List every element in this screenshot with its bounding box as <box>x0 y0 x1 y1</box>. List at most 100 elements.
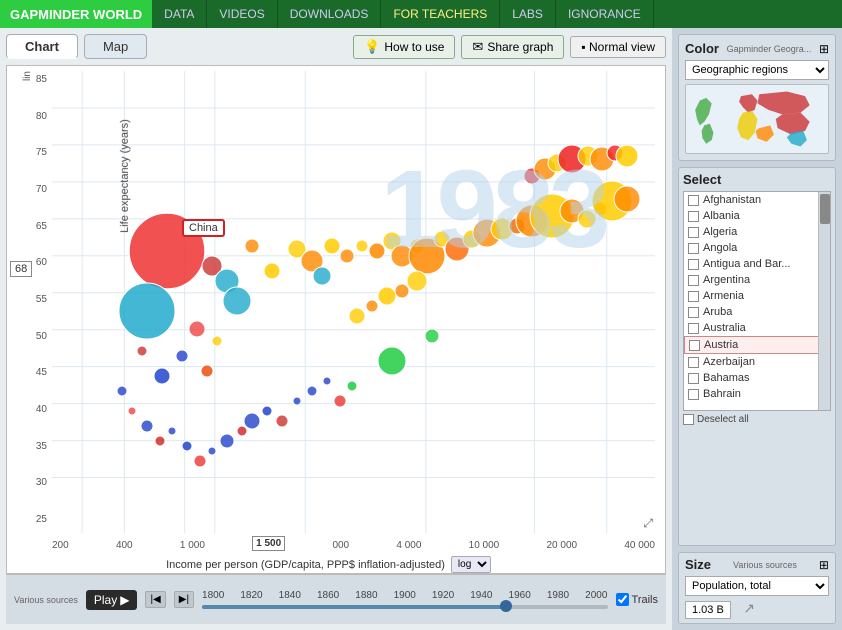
nav-downloads[interactable]: DOWNLOADS <box>278 0 382 28</box>
y-label-30: 30 <box>9 477 50 488</box>
check-bahamas[interactable] <box>688 373 699 384</box>
y-label-85: 85 <box>9 74 50 85</box>
country-bahrain[interactable]: Bahrain <box>684 386 830 402</box>
country-armenia[interactable]: Armenia <box>684 288 830 304</box>
step-back-button[interactable]: |◀ <box>145 591 165 608</box>
normal-view-button[interactable]: ▪ Normal view <box>570 36 666 58</box>
check-afghanistan[interactable] <box>688 195 699 206</box>
country-name-algeria: Algeria <box>703 226 737 238</box>
size-source: Various sources <box>733 560 797 570</box>
country-name-bahamas: Bahamas <box>703 372 749 384</box>
timeline-track: 1800 1820 1840 1860 1880 1900 1920 1940 … <box>202 590 607 609</box>
deselect-all-button[interactable]: Deselect all <box>683 414 831 425</box>
check-angola[interactable] <box>688 243 699 254</box>
scatter-plot[interactable]: China <box>52 71 655 533</box>
check-albania[interactable] <box>688 211 699 222</box>
color-source: Gapminder Geogra... <box>727 44 812 54</box>
timeline-sources: Various sources <box>14 595 78 605</box>
country-argentina[interactable]: Argentina <box>684 272 830 288</box>
timeline-handle[interactable] <box>500 600 512 612</box>
check-algeria[interactable] <box>688 227 699 238</box>
country-azerbaijan[interactable]: Azerbaijan <box>684 354 830 370</box>
chart-grid <box>52 71 655 533</box>
check-bahrain[interactable] <box>688 389 699 400</box>
year-1980: 1980 <box>547 590 569 601</box>
y-label-70: 70 <box>9 184 50 195</box>
select-section: Select Afghanistan Albania Algeria Angol… <box>678 167 836 546</box>
trails-checkbox[interactable] <box>616 593 629 606</box>
y-label-65: 65 <box>9 221 50 232</box>
check-austria[interactable] <box>689 340 700 351</box>
top-navigation: GAPMINDER WORLD DATA VIDEOS DOWNLOADS FO… <box>0 0 842 28</box>
y-label-50: 50 <box>9 331 50 342</box>
how-to-use-button[interactable]: 💡 How to use <box>353 35 455 59</box>
color-dropdown[interactable]: Geographic regions <box>685 60 829 80</box>
play-label: Play <box>94 593 117 607</box>
size-grid-icon: ⊞ <box>819 558 829 572</box>
brand-logo[interactable]: GAPMINDER WORLD <box>0 0 152 28</box>
country-albania[interactable]: Albania <box>684 208 830 224</box>
year-1960: 1960 <box>509 590 531 601</box>
country-list-scrollbar[interactable] <box>818 192 830 410</box>
color-title: Color <box>685 41 719 56</box>
country-afghanistan[interactable]: Afghanistan <box>684 192 830 208</box>
bulb-icon: 💡 <box>364 39 380 55</box>
nav-videos[interactable]: VIDEOS <box>207 0 277 28</box>
timeline-bar[interactable] <box>202 605 607 609</box>
x-label-40000: 40 000 <box>624 540 655 551</box>
nav-items: DATA VIDEOS DOWNLOADS FOR TEACHERS LABS … <box>152 0 653 28</box>
year-1940: 1940 <box>470 590 492 601</box>
y-label-40: 40 <box>9 404 50 415</box>
x-scale-selector[interactable]: log lin <box>451 556 491 573</box>
country-australia[interactable]: Australia <box>684 320 830 336</box>
nav-data[interactable]: DATA <box>152 0 207 28</box>
check-australia[interactable] <box>688 323 699 334</box>
check-argentina[interactable] <box>688 275 699 286</box>
country-antigua[interactable]: Antigua and Bar... <box>684 256 830 272</box>
y-label-55: 55 <box>9 294 50 305</box>
play-icon: ▶ <box>120 593 129 607</box>
country-aruba[interactable]: Aruba <box>684 304 830 320</box>
step-forward-button[interactable]: ▶| <box>174 591 194 608</box>
nav-labs[interactable]: LABS <box>500 0 556 28</box>
check-armenia[interactable] <box>688 291 699 302</box>
chart-tab[interactable]: Chart <box>6 34 78 59</box>
year-1840: 1840 <box>279 590 301 601</box>
country-list[interactable]: Afghanistan Albania Algeria Angola Antig… <box>683 191 831 411</box>
china-bubble-label: China <box>182 219 225 237</box>
x-axis-title: Income per person (GDP/capita, PPP$ infl… <box>166 559 445 571</box>
map-tab[interactable]: Map <box>84 34 147 59</box>
trails-label: Trails <box>632 594 658 606</box>
country-algeria[interactable]: Algeria <box>684 224 830 240</box>
select-title: Select <box>683 172 831 187</box>
country-name-argentina: Argentina <box>703 274 750 286</box>
normal-view-label: Normal view <box>589 40 655 54</box>
check-azerbaijan[interactable] <box>688 357 699 368</box>
nav-for-teachers[interactable]: FOR TEACHERS <box>381 0 500 28</box>
country-bahamas[interactable]: Bahamas <box>684 370 830 386</box>
country-angola[interactable]: Angola <box>684 240 830 256</box>
check-antigua[interactable] <box>688 259 699 270</box>
year-1820: 1820 <box>240 590 262 601</box>
main-wrapper: Chart Map 💡 How to use ✉ Share graph ▪ N… <box>0 28 842 630</box>
share-graph-button[interactable]: ✉ Share graph <box>461 35 564 59</box>
nav-ignorance[interactable]: IGNORANCE <box>556 0 654 28</box>
scroll-thumb[interactable] <box>820 194 830 224</box>
world-map <box>685 84 829 154</box>
trails-checkbox-area[interactable]: Trails <box>616 593 658 606</box>
expand-icon[interactable]: ⤢ <box>643 516 653 531</box>
country-austria[interactable]: Austria <box>684 336 830 354</box>
y-label-45: 45 <box>9 367 50 378</box>
envelope-icon: ✉ <box>472 39 483 55</box>
x-label-20000: 20 000 <box>547 540 578 551</box>
y-label-75: 75 <box>9 147 50 158</box>
y-label-80: 80 <box>9 111 50 122</box>
check-aruba[interactable] <box>688 307 699 318</box>
timeline: Various sources Play ▶ |◀ ▶| 1800 1820 1… <box>6 574 666 624</box>
play-button[interactable]: Play ▶ <box>86 590 138 610</box>
country-name-antigua: Antigua and Bar... <box>703 258 790 270</box>
size-dropdown[interactable]: Population, total <box>685 576 829 596</box>
deselect-check[interactable] <box>683 414 694 425</box>
year-1880: 1880 <box>355 590 377 601</box>
size-value-display: 1.03 B <box>685 601 731 619</box>
